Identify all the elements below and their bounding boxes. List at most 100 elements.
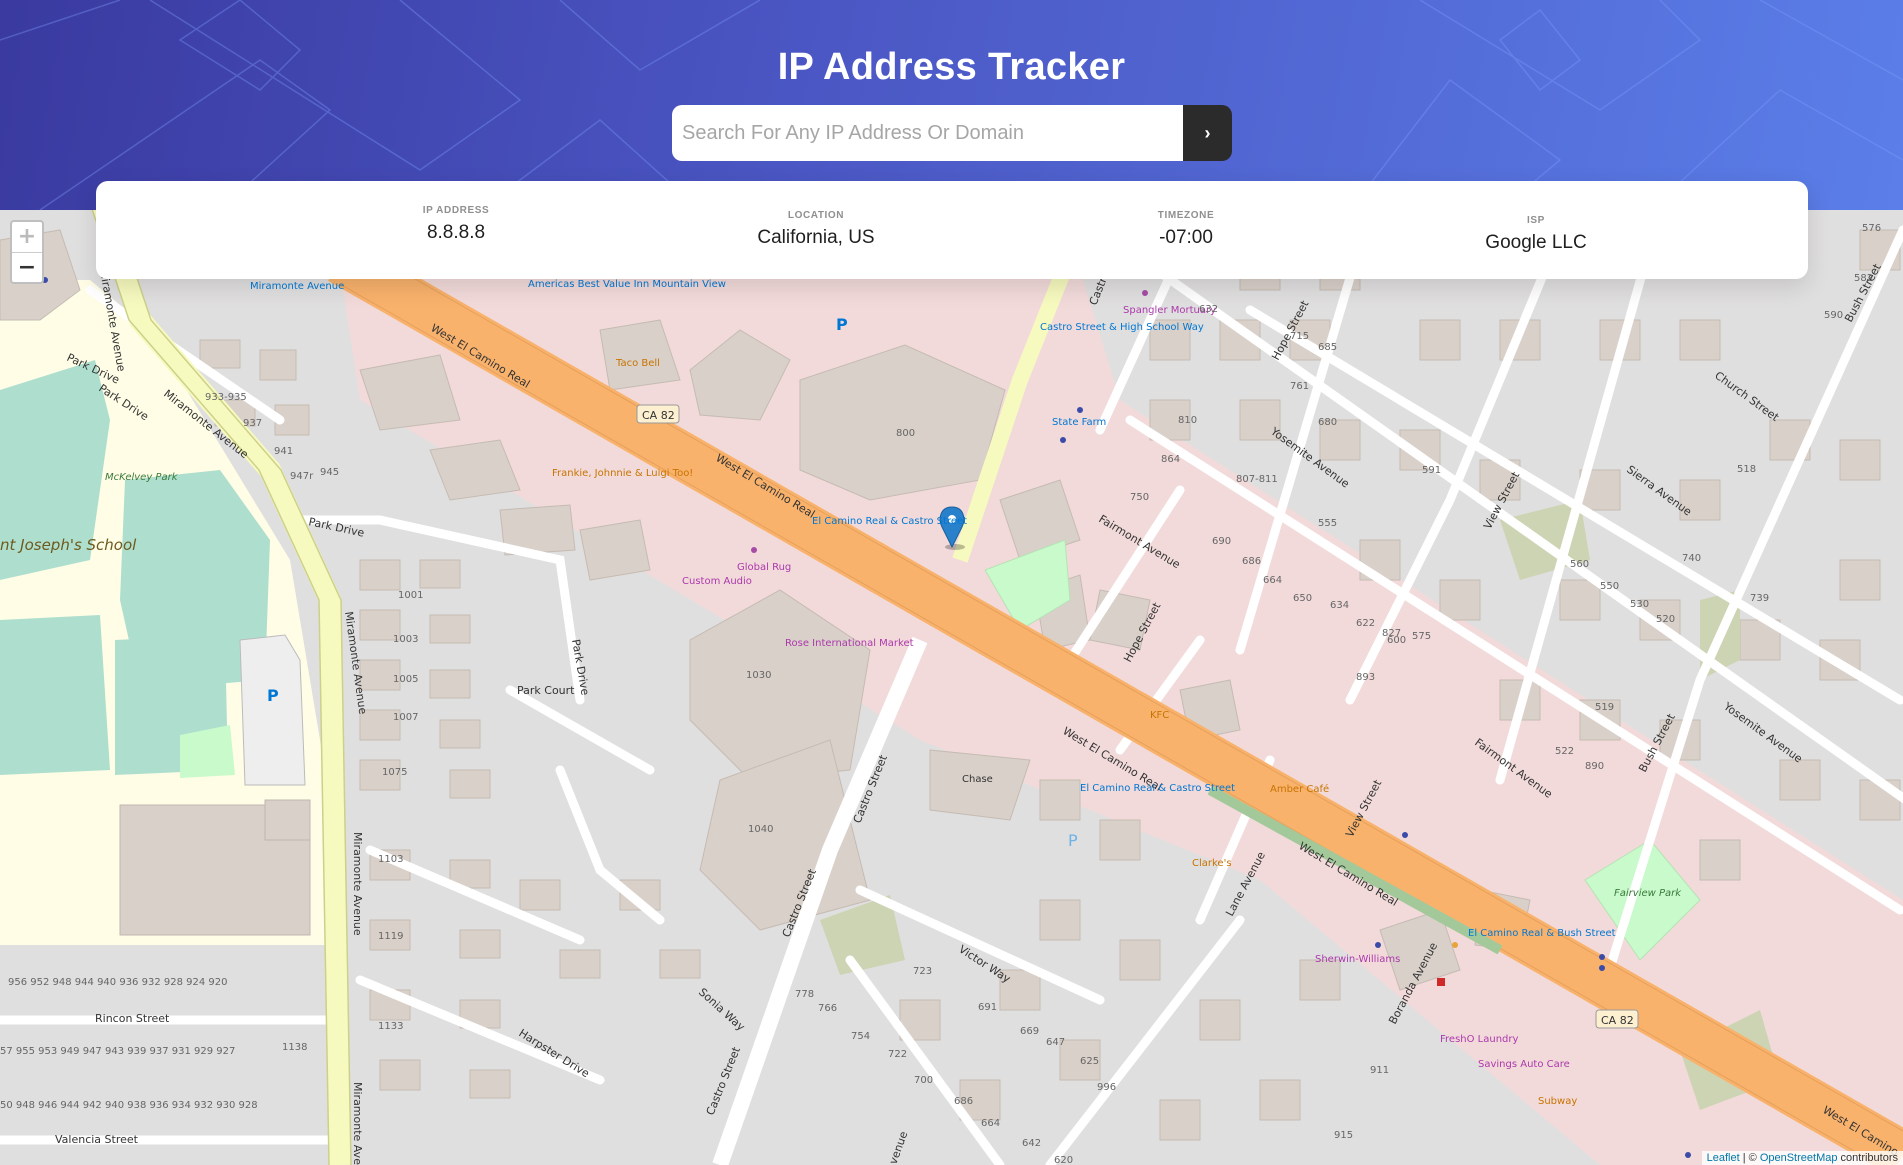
parking-icon: P [267, 686, 279, 705]
svg-text:Valencia Street: Valencia Street [55, 1133, 139, 1146]
svg-text:750: 750 [1130, 492, 1149, 503]
info-location-value: California, US [757, 227, 875, 248]
search-input[interactable] [672, 105, 1183, 161]
svg-text:740: 740 [1682, 553, 1701, 564]
svg-text:Miramonte Avenue: Miramonte Avenue [250, 281, 344, 292]
info-timezone: TIMEZONE -07:00 [1096, 210, 1276, 249]
svg-text:Sherwin-Williams: Sherwin-Williams [1315, 954, 1400, 965]
svg-text:Taco Bell: Taco Bell [615, 358, 660, 369]
info-isp-value: Google LLC [1485, 232, 1587, 253]
svg-text:Subway: Subway [1538, 1096, 1577, 1107]
search-submit-button[interactable]: › [1183, 105, 1232, 161]
svg-text:Chase: Chase [962, 774, 993, 785]
svg-text:57 955 953 949 947 943 9: 57 955 953 949 947 943 939 937 931 929 9… [0, 1046, 235, 1057]
svg-text:996: 996 [1097, 1082, 1116, 1093]
svg-text:956 952 948 944 940 936: 956 952 948 944 940 936 932 928 924 920 [8, 977, 227, 988]
svg-text:Fairview Park: Fairview Park [1614, 888, 1682, 899]
info-card: IP ADDRESS 8.8.8.8 LOCATION California, … [96, 181, 1808, 279]
svg-text:State Farm: State Farm [1052, 417, 1106, 428]
svg-text:FreshO Laundry: FreshO Laundry [1440, 1034, 1519, 1045]
svg-text:686: 686 [954, 1096, 973, 1107]
svg-text:739: 739 [1750, 593, 1769, 604]
svg-text:Frankie, Johnnie & Luigi Too!: Frankie, Johnnie & Luigi Too! [552, 468, 693, 479]
svg-text:CA 82: CA 82 [642, 409, 675, 422]
ca82-shield: CA 82 [1595, 1009, 1639, 1029]
svg-text:550: 550 [1600, 581, 1619, 592]
svg-text:530: 530 [1630, 599, 1649, 610]
attribution-separator: | © [1739, 1152, 1760, 1164]
svg-text:911: 911 [1370, 1065, 1389, 1076]
svg-text:El Camino Real & Castro Street: El Camino Real & Castro Street [1080, 783, 1235, 794]
header: IP Address Tracker › [0, 0, 1903, 210]
svg-text:664: 664 [981, 1118, 1000, 1129]
svg-text:Amber Café: Amber Café [1270, 783, 1329, 795]
svg-text:1138: 1138 [282, 1042, 307, 1053]
info-location-label: LOCATION [787, 210, 845, 221]
svg-text:50 948 946 944 942 940 9: 50 948 946 944 942 940 938 936 934 932 9… [0, 1100, 258, 1111]
map-attribution: Leaflet | © OpenStreetMap contributors [1701, 1151, 1903, 1165]
svg-text:723: 723 [913, 966, 932, 977]
svg-text:634: 634 [1330, 600, 1349, 611]
info-isp-label: ISP [1527, 215, 1545, 226]
svg-text:800: 800 [896, 428, 915, 439]
map-tiles[interactable]: P P P West El Camino Real West El Camino… [0, 210, 1903, 1165]
svg-text:1040: 1040 [748, 824, 773, 835]
svg-text:864: 864 [1161, 454, 1180, 465]
svg-text:KFC: KFC [1150, 710, 1169, 721]
zoom-in-button[interactable]: + [12, 222, 42, 252]
svg-text:1119: 1119 [378, 931, 403, 942]
parking-icon: P [836, 315, 848, 334]
svg-text:722: 722 [888, 1049, 907, 1060]
info-timezone-value: -07:00 [1159, 227, 1213, 248]
svg-text:582: 582 [1854, 273, 1873, 284]
svg-text:1007: 1007 [393, 712, 418, 723]
svg-text:Rose International Market: Rose International Market [785, 638, 914, 649]
svg-text:754: 754 [851, 1031, 870, 1042]
svg-text:810: 810 [1178, 415, 1197, 426]
svg-text:691: 691 [978, 1002, 997, 1013]
svg-text:807-811: 807-811 [1236, 474, 1278, 485]
school-parking [239, 634, 306, 786]
svg-text:520: 520 [1656, 614, 1675, 625]
svg-text:Custom Audio: Custom Audio [682, 576, 752, 587]
svg-text:Rincon Street: Rincon Street [95, 1012, 170, 1025]
leaflet-link[interactable]: Leaflet [1707, 1152, 1740, 1164]
svg-text:1001: 1001 [398, 590, 423, 601]
osm-link[interactable]: OpenStreetMap [1760, 1152, 1838, 1164]
map[interactable]: P P P West El Camino Real West El Camino… [0, 210, 1903, 1165]
chevron-right-icon: › [1204, 122, 1211, 143]
svg-text:700: 700 [914, 1075, 933, 1086]
svg-text:575: 575 [1412, 631, 1431, 642]
page-title: IP Address Tracker [777, 46, 1126, 88]
zoom-control: + − [10, 220, 44, 284]
svg-text:591: 591 [1422, 465, 1441, 476]
svg-text:590: 590 [1824, 310, 1843, 321]
svg-text:Global Rug: Global Rug [737, 562, 791, 573]
svg-text:664: 664 [1263, 575, 1282, 586]
attribution-suffix: contributors [1837, 1152, 1898, 1164]
svg-text:Park Court: Park Court [517, 684, 575, 697]
svg-text:1133: 1133 [378, 1021, 403, 1032]
svg-text:McKelvey Park: McKelvey Park [105, 472, 179, 483]
svg-text:937: 937 [243, 418, 262, 429]
svg-text:Castro Street & High School Wa: Castro Street & High School Way [1040, 322, 1204, 333]
svg-text:766: 766 [818, 1003, 837, 1014]
info-ip-label: IP ADDRESS [422, 205, 490, 216]
svg-text:622: 622 [1356, 618, 1375, 629]
svg-text:El Camino Real & Bush Street: El Camino Real & Bush Street [1468, 928, 1616, 939]
svg-text:650: 650 [1293, 593, 1312, 604]
school-field-3 [0, 615, 110, 775]
svg-text:555: 555 [1318, 518, 1337, 529]
svg-text:576: 576 [1862, 223, 1881, 234]
svg-text:915: 915 [1334, 1130, 1353, 1141]
svg-text:620: 620 [1054, 1155, 1073, 1165]
svg-text:Miramonte Avenue: Miramonte Avenue [351, 832, 364, 936]
svg-text:680: 680 [1318, 417, 1337, 428]
svg-text:686: 686 [1242, 556, 1261, 567]
svg-text:519: 519 [1595, 702, 1614, 713]
info-ip: IP ADDRESS 8.8.8.8 [356, 205, 556, 244]
svg-text:1005: 1005 [393, 674, 418, 685]
svg-text:945: 945 [320, 467, 339, 478]
search-form: › [672, 105, 1232, 161]
zoom-out-button[interactable]: − [12, 253, 42, 283]
